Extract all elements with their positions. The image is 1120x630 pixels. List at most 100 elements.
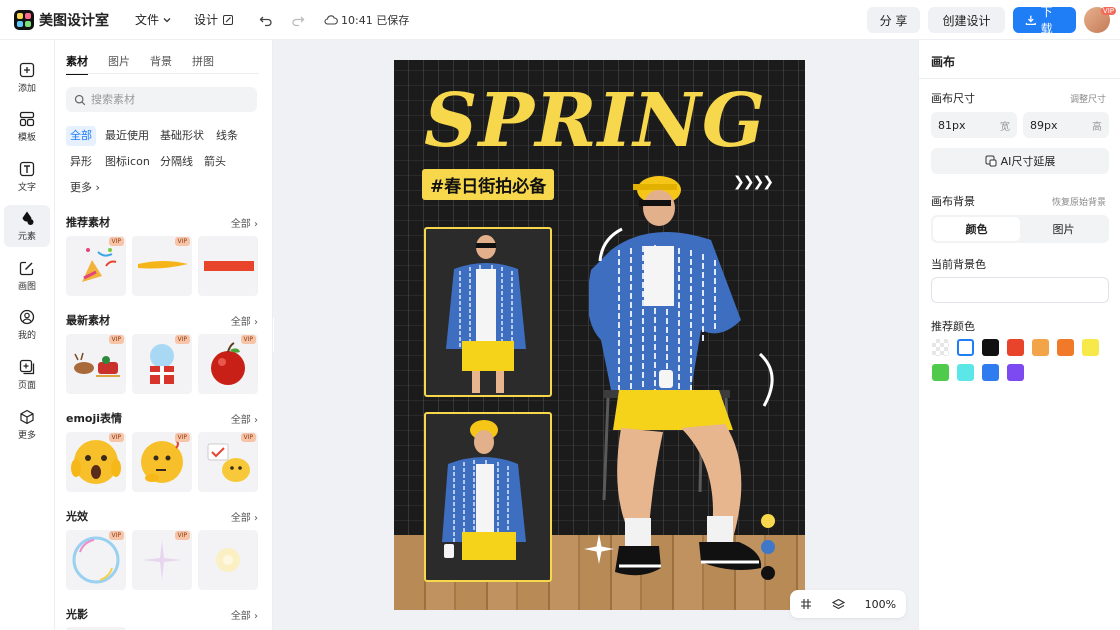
vip-badge: VIP <box>174 531 190 540</box>
file-menu-label: 文件 <box>135 13 160 27</box>
asset-thumb[interactable]: VIP <box>198 432 258 492</box>
design-canvas[interactable]: SPRING #春日街拍必备 ❯❯❯❯ <box>394 60 805 610</box>
see-all-label: 全部 <box>230 415 251 426</box>
restore-bg-link[interactable]: 恢复原始背景 <box>1052 195 1106 208</box>
chip-more[interactable]: 更多 › <box>66 178 104 198</box>
bg-type-color[interactable]: 颜色 <box>933 217 1020 241</box>
asset-thumb[interactable]: VIP <box>132 530 192 590</box>
recommend-colors-label: 推荐颜色 <box>931 320 975 333</box>
photo-frame-bottom[interactable] <box>424 412 552 582</box>
asset-thumb[interactable]: VIP <box>66 530 126 590</box>
see-all-link[interactable]: 全部 › <box>231 607 258 622</box>
chip-recent[interactable]: 最近使用 <box>101 126 153 146</box>
chip-more-label: 更多 <box>70 181 92 194</box>
undo-button[interactable] <box>256 10 276 30</box>
color-swatch[interactable] <box>1007 339 1024 356</box>
chip-irregular[interactable]: 异形 <box>66 152 96 172</box>
tab-images[interactable]: 图片 <box>108 53 130 75</box>
search-box[interactable] <box>66 87 257 112</box>
bg-type-toggle: 颜色 图片 <box>931 215 1109 243</box>
asset-thumb[interactable]: VIP <box>66 334 126 394</box>
height-value: 89px <box>1030 118 1058 132</box>
tab-collage[interactable]: 拼图 <box>192 53 214 75</box>
asset-thumb[interactable]: VIP <box>132 432 192 492</box>
section-title: emoji表情 <box>66 412 123 425</box>
chip-basic-shapes[interactable]: 基础形状 <box>156 126 208 146</box>
current-bg-label: 当前背景色 <box>931 258 986 271</box>
bg-type-image[interactable]: 图片 <box>1020 217 1107 241</box>
tagline-text[interactable]: #春日街拍必备 <box>422 169 555 200</box>
create-design-button[interactable]: 创建设计 <box>928 7 1005 33</box>
see-all-link[interactable]: 全部 › <box>231 411 258 426</box>
share-button[interactable]: 分 享 <box>867 7 920 33</box>
rail-item-elements[interactable]: 元素 <box>4 205 50 247</box>
width-field[interactable]: 81px 宽 <box>931 112 1017 138</box>
page-add-icon <box>19 359 35 375</box>
tab-materials[interactable]: 素材 <box>66 53 88 75</box>
asset-thumb[interactable] <box>198 530 258 590</box>
chip-icons[interactable]: 图标icon <box>101 152 154 172</box>
undo-icon <box>259 16 272 26</box>
ai-extend-button[interactable]: AI尺寸延展 <box>931 148 1109 174</box>
asset-thumb[interactable] <box>198 236 258 296</box>
rail-label: 模板 <box>17 133 36 143</box>
color-swatch[interactable] <box>932 364 949 381</box>
rail-item-pages[interactable]: 页面 <box>4 354 50 396</box>
vip-badge: VIP <box>174 237 190 246</box>
asset-thumb[interactable]: VIP <box>198 334 258 394</box>
color-swatch[interactable] <box>957 339 974 356</box>
rail-item-add[interactable]: 添加 <box>4 57 50 99</box>
search-input[interactable] <box>91 93 241 106</box>
section-title: 光影 <box>66 608 88 621</box>
rail-item-templates[interactable]: 模板 <box>4 106 50 148</box>
left-rail: 添加 模板 文字 元素 画图 我的 页面 更多 <box>0 40 55 630</box>
tab-backgrounds[interactable]: 背景 <box>150 53 172 75</box>
color-dot-yellow <box>761 514 775 528</box>
color-swatch[interactable] <box>1032 339 1049 356</box>
zoom-level[interactable]: 100% <box>865 598 896 611</box>
chip-lines[interactable]: 线条 <box>212 126 242 146</box>
chip-arrows[interactable]: 箭头 <box>200 152 230 172</box>
see-all-link[interactable]: 全部 › <box>231 215 258 230</box>
download-button[interactable]: 下载 <box>1013 5 1076 36</box>
color-swatch[interactable] <box>932 339 949 356</box>
rail-item-more[interactable]: 更多 <box>4 404 50 446</box>
redo-button[interactable] <box>288 10 308 30</box>
resize-link[interactable]: 调整尺寸 <box>1070 92 1106 105</box>
current-bg-color[interactable] <box>931 277 1109 303</box>
chip-dividers[interactable]: 分隔线 <box>156 152 197 172</box>
red-bar-icon <box>204 261 254 271</box>
design-menu[interactable]: 设计 <box>194 11 234 28</box>
color-swatch[interactable] <box>982 364 999 381</box>
app-logo[interactable]: 美图设计室 <box>14 9 109 30</box>
file-menu[interactable]: 文件 <box>135 11 172 28</box>
sparkle-decoration <box>584 534 614 564</box>
asset-thumb[interactable]: VIP <box>66 236 126 296</box>
asset-thumb[interactable]: VIP <box>132 236 192 296</box>
vip-badge: VIP <box>1100 7 1116 15</box>
user-icon <box>19 309 35 325</box>
rail-item-draw[interactable]: 画图 <box>4 255 50 297</box>
asset-thumb[interactable]: VIP <box>132 334 192 394</box>
color-swatch[interactable] <box>1007 364 1024 381</box>
cube-icon <box>20 409 34 425</box>
photo-frame-top[interactable] <box>424 227 552 397</box>
height-field[interactable]: 89px 高 <box>1023 112 1109 138</box>
grid-icon[interactable] <box>800 598 812 610</box>
color-swatch[interactable] <box>1057 339 1074 356</box>
color-swatch[interactable] <box>1082 339 1099 356</box>
chip-all[interactable]: 全部 <box>66 126 96 146</box>
avatar[interactable]: VIP <box>1084 7 1116 33</box>
draw-icon <box>19 261 34 276</box>
color-swatch[interactable] <box>957 364 974 381</box>
rail-item-text[interactable]: 文字 <box>4 156 50 198</box>
see-all-link[interactable]: 全部 › <box>231 509 258 524</box>
rail-item-mine[interactable]: 我的 <box>4 304 50 346</box>
vip-badge: VIP <box>108 433 124 442</box>
see-all-link[interactable]: 全部 › <box>231 313 258 328</box>
headline-text[interactable]: SPRING <box>424 78 766 164</box>
color-swatch[interactable] <box>982 339 999 356</box>
layers-icon[interactable] <box>831 598 845 611</box>
asset-thumb[interactable]: VIP <box>66 432 126 492</box>
see-all-label: 全部 <box>230 611 251 622</box>
